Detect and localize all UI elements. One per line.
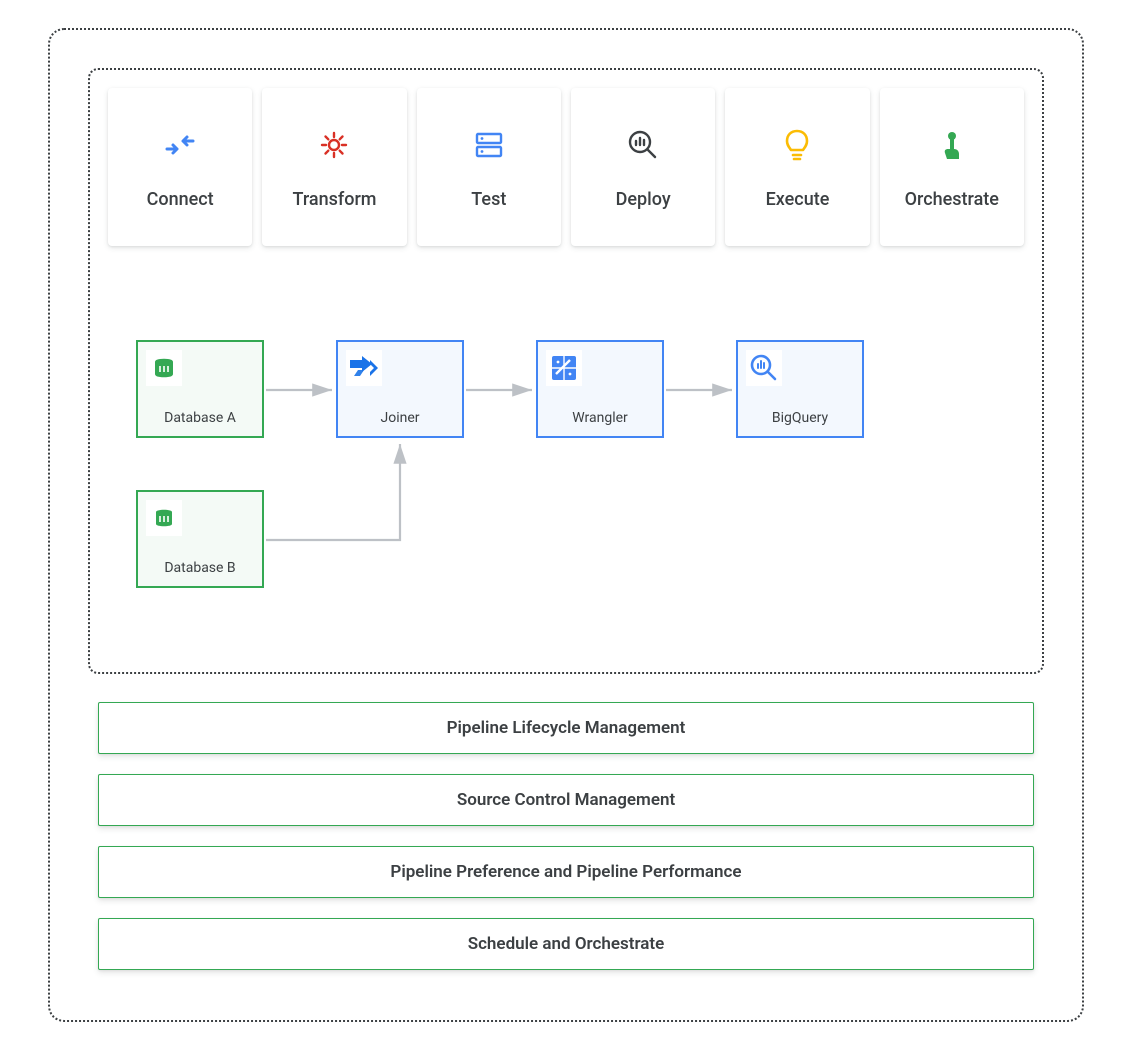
node-label: Database A (138, 410, 262, 436)
stage-connect: Connect (108, 88, 252, 246)
node-label: BigQuery (738, 410, 862, 436)
merge-icon (346, 350, 382, 386)
database-icon (146, 500, 182, 536)
magnify-chart-icon (623, 125, 663, 165)
stage-label: Orchestrate (905, 189, 999, 210)
server-icon (469, 125, 509, 165)
stage-test: Test (417, 88, 561, 246)
flow-area: Database A Database B (108, 320, 1024, 640)
stage-orchestrate: Orchestrate (880, 88, 1024, 246)
bar-label: Pipeline Lifecycle Management (447, 718, 686, 738)
stage-transform: Transform (262, 88, 406, 246)
node-label: Joiner (338, 410, 462, 436)
stage-label: Deploy (616, 189, 671, 210)
node-wrangler: Wrangler (536, 340, 664, 438)
bar-pipeline-lifecycle: Pipeline Lifecycle Management (98, 702, 1034, 754)
bigquery-icon (746, 350, 782, 386)
bar-label: Schedule and Orchestrate (468, 934, 665, 954)
bulb-icon (777, 125, 817, 165)
bar-label: Source Control Management (457, 790, 675, 810)
stage-label: Test (471, 189, 506, 210)
bar-label: Pipeline Preference and Pipeline Perform… (390, 862, 741, 882)
stage-deploy: Deploy (571, 88, 715, 246)
connect-icon (160, 125, 200, 165)
node-database-b: Database B (136, 490, 264, 588)
node-bigquery: BigQuery (736, 340, 864, 438)
node-database-a: Database A (136, 340, 264, 438)
bar-pipeline-performance: Pipeline Preference and Pipeline Perform… (98, 846, 1034, 898)
wand-grid-icon (546, 350, 582, 386)
stage-label: Connect (147, 189, 214, 210)
touch-icon (932, 125, 972, 165)
database-icon (146, 350, 182, 386)
gear-icon (314, 125, 354, 165)
bar-schedule-orchestrate: Schedule and Orchestrate (98, 918, 1034, 970)
management-bars: Pipeline Lifecycle Management Source Con… (98, 702, 1034, 970)
bar-source-control: Source Control Management (98, 774, 1034, 826)
stage-label: Transform (293, 189, 377, 210)
node-joiner: Joiner (336, 340, 464, 438)
stage-label: Execute (766, 189, 830, 210)
stage-execute: Execute (725, 88, 869, 246)
stage-row: Connect Transform Test (108, 88, 1024, 246)
node-label: Database B (138, 560, 262, 586)
node-label: Wrangler (538, 410, 662, 436)
